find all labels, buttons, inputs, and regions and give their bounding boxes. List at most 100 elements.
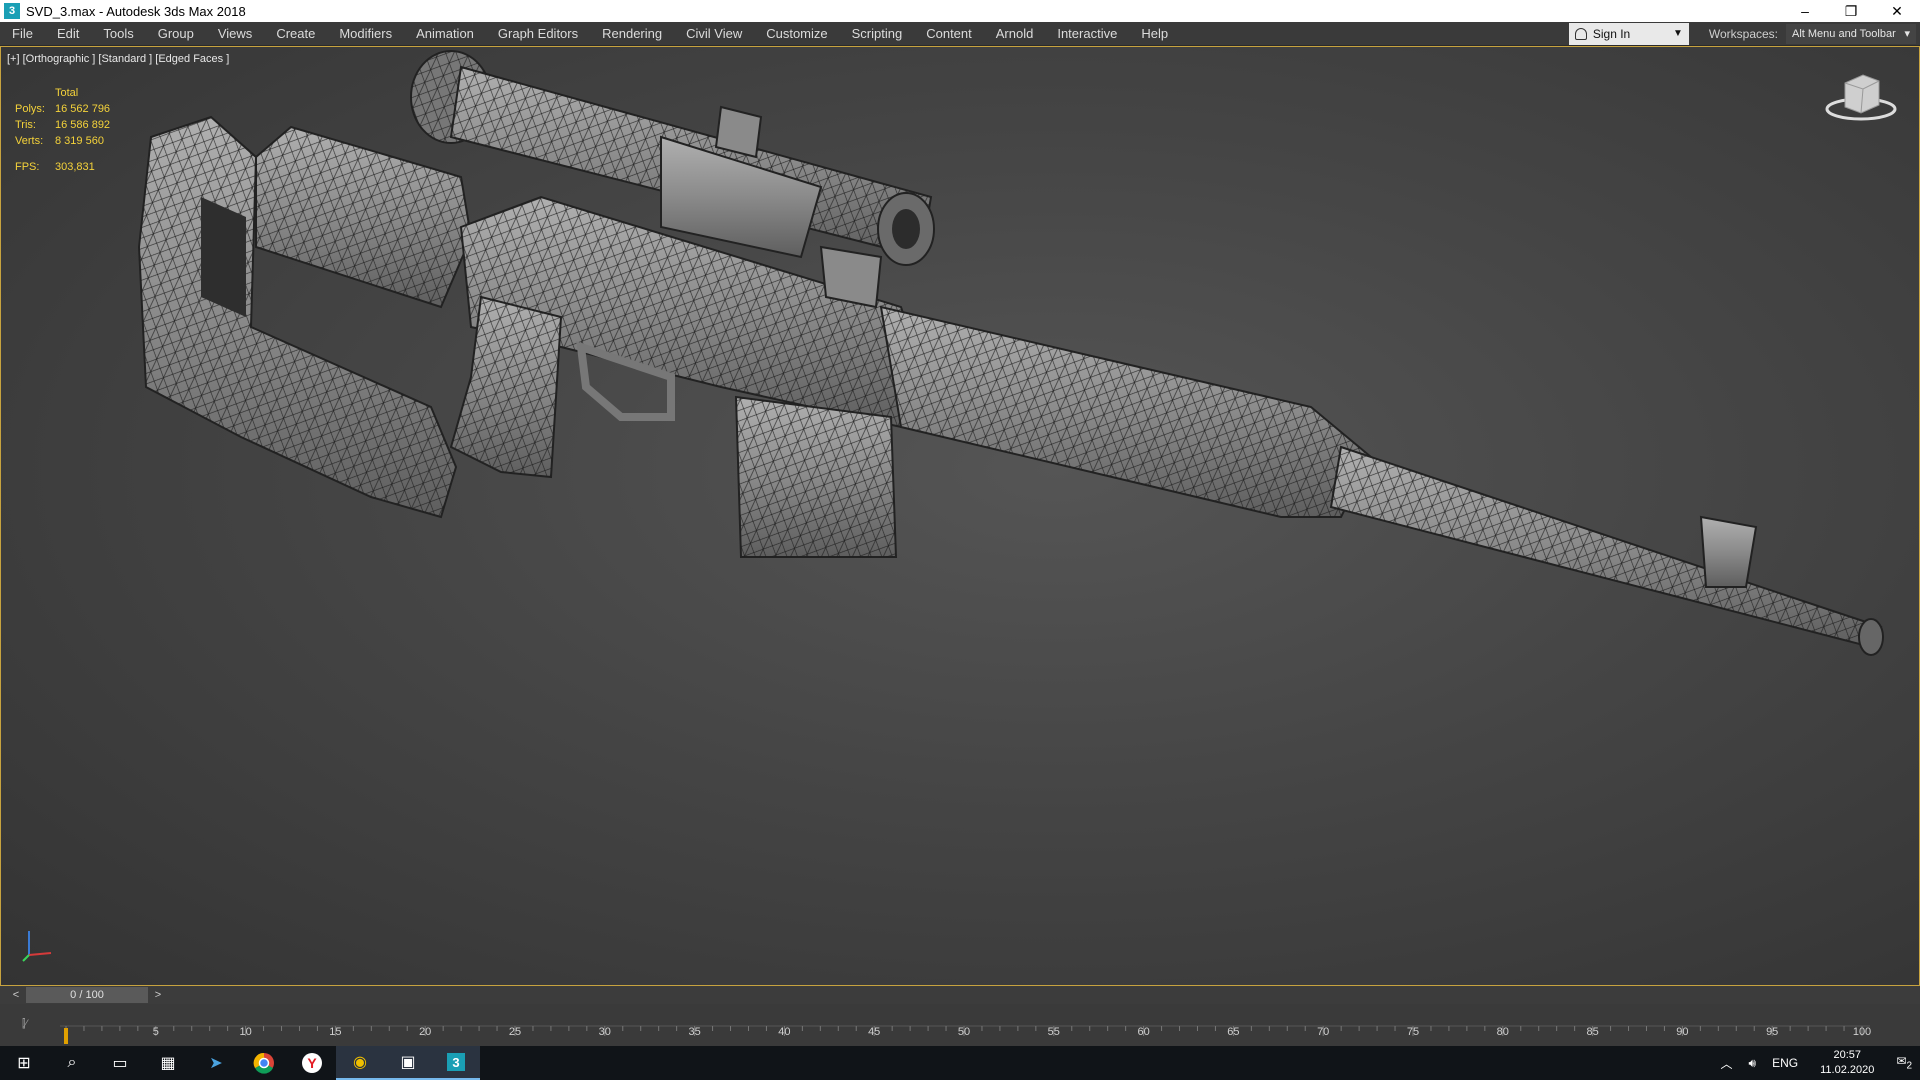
menu-tools[interactable]: Tools — [91, 22, 145, 46]
yandex-icon[interactable]: Y — [288, 1046, 336, 1080]
3dsmax-icon[interactable]: 3 — [432, 1046, 480, 1080]
sign-in-dropdown[interactable]: Sign In ▼ — [1568, 22, 1689, 45]
polys-label: Polys: — [15, 103, 45, 115]
rifle-handguard — [879, 305, 1373, 518]
chevron-down-icon: ▼ — [1672, 28, 1683, 39]
axis-tripod-icon — [22, 931, 52, 962]
track-tick-label: 55 — [1047, 1026, 1060, 1038]
perspective-viewport[interactable]: [+] [Orthographic ] [Standard ] [Edged F… — [0, 46, 1920, 986]
menu-scripting[interactable]: Scripting — [840, 22, 915, 46]
track-tick-label: 30 — [598, 1026, 611, 1038]
rifle-wireframe-model[interactable] — [1, 47, 1920, 986]
menu-customize[interactable]: Customize — [754, 22, 839, 46]
minimize-button[interactable]: – — [1782, 0, 1828, 22]
clock[interactable]: 20:57 11.02.2020 — [1820, 1048, 1874, 1078]
notifications-icon[interactable]: ✉2 — [1896, 1054, 1912, 1071]
menu-rendering[interactable]: Rendering — [590, 22, 674, 46]
menu-edit[interactable]: Edit — [45, 22, 91, 46]
menu-views[interactable]: Views — [206, 22, 264, 46]
user-icon — [1574, 27, 1587, 40]
rifle-barrel — [1329, 445, 1884, 656]
track-tick-label: 15 — [329, 1026, 342, 1038]
time-slider-prev-button[interactable]: < — [8, 989, 24, 1001]
verts-label: Verts: — [15, 135, 44, 147]
rifle-magazine — [734, 395, 898, 558]
app-icon[interactable]: ◉ — [336, 1046, 384, 1080]
viewport-label[interactable]: [+] [Orthographic ] [Standard ] [Edged F… — [7, 53, 229, 65]
chrome-icon[interactable] — [240, 1046, 288, 1080]
title-bar: 3 SVD_3.max - Autodesk 3ds Max 2018 – ❐ … — [0, 0, 1920, 22]
menu-group[interactable]: Group — [146, 22, 206, 46]
workspaces-select[interactable]: Alt Menu and Toolbar ▾ — [1786, 23, 1916, 44]
menu-create[interactable]: Create — [264, 22, 327, 46]
track-tick-label: 5 — [152, 1026, 159, 1038]
track-tick-label: 95 — [1766, 1026, 1779, 1038]
sign-in-label: Sign In — [1592, 26, 1631, 41]
language-indicator[interactable]: ENG — [1772, 1056, 1798, 1070]
workspaces-control: Workspaces: Alt Menu and Toolbar ▾ — [1708, 23, 1920, 44]
3dsmax-app-icon: 3 — [4, 3, 20, 19]
menu-animation[interactable]: Animation — [404, 22, 486, 46]
photo-icon[interactable]: ▣ — [384, 1046, 432, 1080]
menu-bar: File Edit Tools Group Views Create Modif… — [0, 22, 1920, 46]
track-tick-label: 85 — [1586, 1026, 1599, 1038]
chevron-down-icon: ▾ — [1904, 27, 1910, 40]
window-title: SVD_3.max - Autodesk 3ds Max 2018 — [26, 3, 246, 19]
menu-civil-view[interactable]: Civil View — [674, 22, 754, 46]
menu-interactive[interactable]: Interactive — [1045, 22, 1129, 46]
windows-taskbar: ⊞ ⌕ ▭ ▦ ➤ Y ◉ ▣ 3 ︿ 🔊︎ ENG 20:57 11.02.2… — [0, 1046, 1920, 1080]
calculator-icon[interactable]: ▦ — [144, 1046, 192, 1080]
track-tick-label: 10 — [239, 1026, 252, 1038]
polys-value: 16 562 796 — [55, 103, 111, 115]
search-icon[interactable]: ⌕ — [48, 1046, 96, 1080]
system-tray: ︿ 🔊︎ ENG 20:57 11.02.2020 ✉2 — [1713, 1046, 1920, 1080]
viewcube-icon[interactable] — [1823, 69, 1899, 125]
verts-value: 8 319 560 — [55, 135, 104, 147]
stats-header: Total — [55, 87, 79, 99]
send-icon[interactable]: ➤ — [192, 1046, 240, 1080]
rifle-cheekrest — [255, 125, 473, 309]
clock-time: 20:57 — [1833, 1049, 1862, 1061]
fps-label: FPS: — [15, 161, 40, 173]
track-tick-label: 70 — [1317, 1026, 1330, 1038]
track-tick-label: 25 — [508, 1026, 522, 1038]
time-slider-thumb[interactable]: 0 / 100 — [26, 987, 148, 1003]
track-bar[interactable]: ⫿⁄ 5 10 15 20 25 30 35 40 45 50 55 60 65 70 75 80 85 90 95… — [0, 1004, 1920, 1046]
restore-button[interactable]: ❐ — [1828, 0, 1874, 22]
track-tick-label: 75 — [1406, 1026, 1420, 1038]
volume-icon[interactable]: 🔊︎ — [1749, 1056, 1757, 1071]
track-tick-label: 45 — [868, 1026, 881, 1038]
track-tick-label: 90 — [1676, 1026, 1689, 1038]
track-tick-label: 60 — [1137, 1026, 1150, 1038]
menu-modifiers[interactable]: Modifiers — [327, 22, 404, 46]
svg-text:3: 3 — [452, 1055, 459, 1070]
menu-help[interactable]: Help — [1129, 22, 1180, 46]
workspaces-label: Workspaces: — [1708, 26, 1778, 41]
track-tick-label: 20 — [419, 1026, 432, 1038]
clock-date: 11.02.2020 — [1820, 1064, 1875, 1076]
rifle-pistol-grip — [449, 295, 563, 479]
track-tick-label: 50 — [957, 1026, 971, 1038]
close-button[interactable]: ✕ — [1874, 0, 1920, 22]
key-mode-icon[interactable]: ⫿⁄ — [22, 1018, 27, 1031]
time-slider[interactable]: < 0 / 100 > — [0, 986, 1920, 1004]
menu-graph-editors[interactable]: Graph Editors — [486, 22, 590, 46]
menu-arnold[interactable]: Arnold — [984, 22, 1046, 46]
task-view-icon[interactable]: ▭ — [96, 1046, 144, 1080]
track-tick-label: 65 — [1227, 1026, 1240, 1038]
chevron-up-icon[interactable]: ︿ — [1721, 1055, 1733, 1072]
track-tick-label: 35 — [688, 1026, 701, 1038]
track-bar-ruler — [60, 1025, 1870, 1044]
tris-value: 16 586 892 — [55, 119, 111, 131]
notifications-count: 2 — [1906, 1060, 1912, 1072]
time-slider-next-button[interactable]: > — [150, 989, 166, 1001]
windows-start-icon[interactable]: ⊞ — [0, 1046, 48, 1080]
stats-overlay: Total Polys: 16 562 796 Tris: 16 586 892 V… — [15, 85, 110, 175]
track-tick-label: 80 — [1496, 1026, 1509, 1038]
fps-value: 303,831 — [55, 161, 95, 173]
track-tick-label: 100 — [1852, 1026, 1872, 1038]
svg-text:Y: Y — [307, 1055, 317, 1071]
menu-file[interactable]: File — [0, 22, 45, 46]
tris-label: Tris: — [15, 119, 36, 131]
menu-content[interactable]: Content — [914, 22, 984, 46]
